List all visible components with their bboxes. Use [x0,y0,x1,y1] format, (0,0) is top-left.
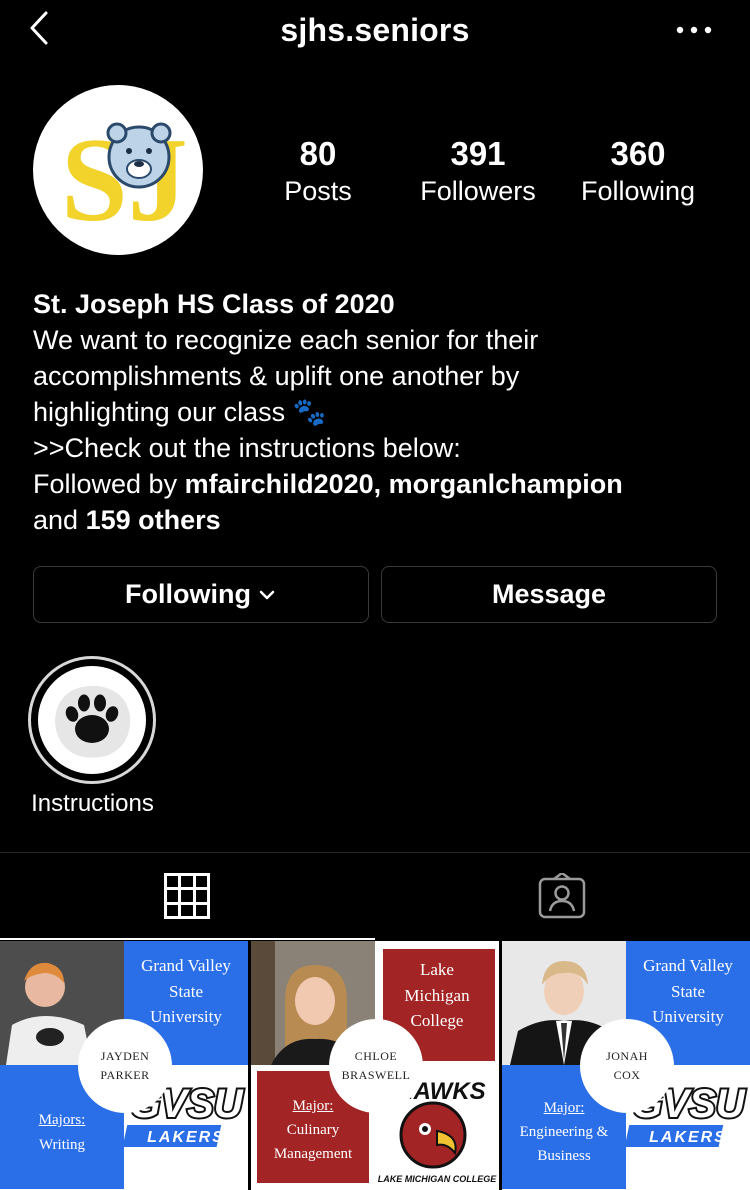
highlight-label: Instructions [31,790,154,817]
bio-line: accomplishments & uplift one another by [33,361,520,391]
bio-line: highlighting our class 🐾 [33,397,327,427]
top-bar: sjhs.seniors [0,0,750,62]
followers-count[interactable]: 391 Followers [398,135,558,209]
followers-count-label: Followers [420,176,536,206]
profile-username: sjhs.seniors [280,12,470,48]
followed-by-others[interactable]: 159 others [86,505,221,535]
posts-count-label: Posts [284,176,352,206]
posts-count[interactable]: 80 Posts [238,135,398,209]
svg-text:LAKERS: LAKERS [649,1129,727,1146]
message-button[interactable]: Message [381,566,717,623]
profile-bio: St. Joseph HS Class of 2020 We want to r… [33,286,723,538]
bio-line: >>Check out the instructions below: [33,433,461,463]
senior-name-badge: CHLOE BRASWELL [329,1019,423,1113]
profile-stats: 80 Posts 391 Followers 360 Following [0,135,750,215]
following-count-label: Following [580,176,696,206]
highlight-instructions[interactable] [28,656,156,784]
post-jonah-cox[interactable]: Grand Valley State University Major: Eng… [502,941,750,1190]
tab-posts-grid[interactable] [0,853,375,941]
svg-text:LAKERS: LAKERS [147,1129,225,1146]
grid-icon [164,873,210,919]
followed-by-others-line[interactable]: and 159 others [33,502,723,538]
svg-text:LAKE MICHIGAN COLLEGE: LAKE MICHIGAN COLLEGE [378,1174,497,1184]
senior-name-badge: JAYDEN PARKER [78,1019,172,1113]
followed-by-prefix: Followed by [33,469,185,499]
following-count-value: 360 [610,135,666,172]
tagged-person-icon [538,873,586,919]
display-name: St. Joseph HS Class of 2020 [33,289,395,319]
message-button-label: Message [491,579,607,609]
active-tab-indicator [0,938,375,940]
bio-line: We want to recognize each senior for the… [33,325,539,355]
followed-by-and: and [33,505,86,535]
tab-tagged[interactable] [375,853,750,941]
posts-grid: Grand Valley State University Majors: Wr… [0,941,750,1190]
senior-name-badge: JONAH COX [580,1019,674,1113]
post-chloe-braswell[interactable]: Lake Michigan College Major: Culinary Ma… [251,941,499,1190]
chevron-down-icon [259,590,275,599]
highlight-cover [38,666,146,774]
following-button-label: Following [125,579,251,609]
followers-count-value: 391 [450,135,506,172]
more-options-icon[interactable] [674,20,714,40]
paw-print-icon [55,685,131,758]
followed-by[interactable]: Followed by mfairchild2020, morganlchamp… [33,466,723,502]
post-jayden-parker[interactable]: Grand Valley State University Majors: Wr… [0,941,248,1190]
following-button[interactable]: Following [33,566,369,623]
following-count[interactable]: 360 Following [558,135,718,209]
posts-count-value: 80 [299,135,337,172]
followed-by-users[interactable]: mfairchild2020, morganlchampion [185,469,623,499]
